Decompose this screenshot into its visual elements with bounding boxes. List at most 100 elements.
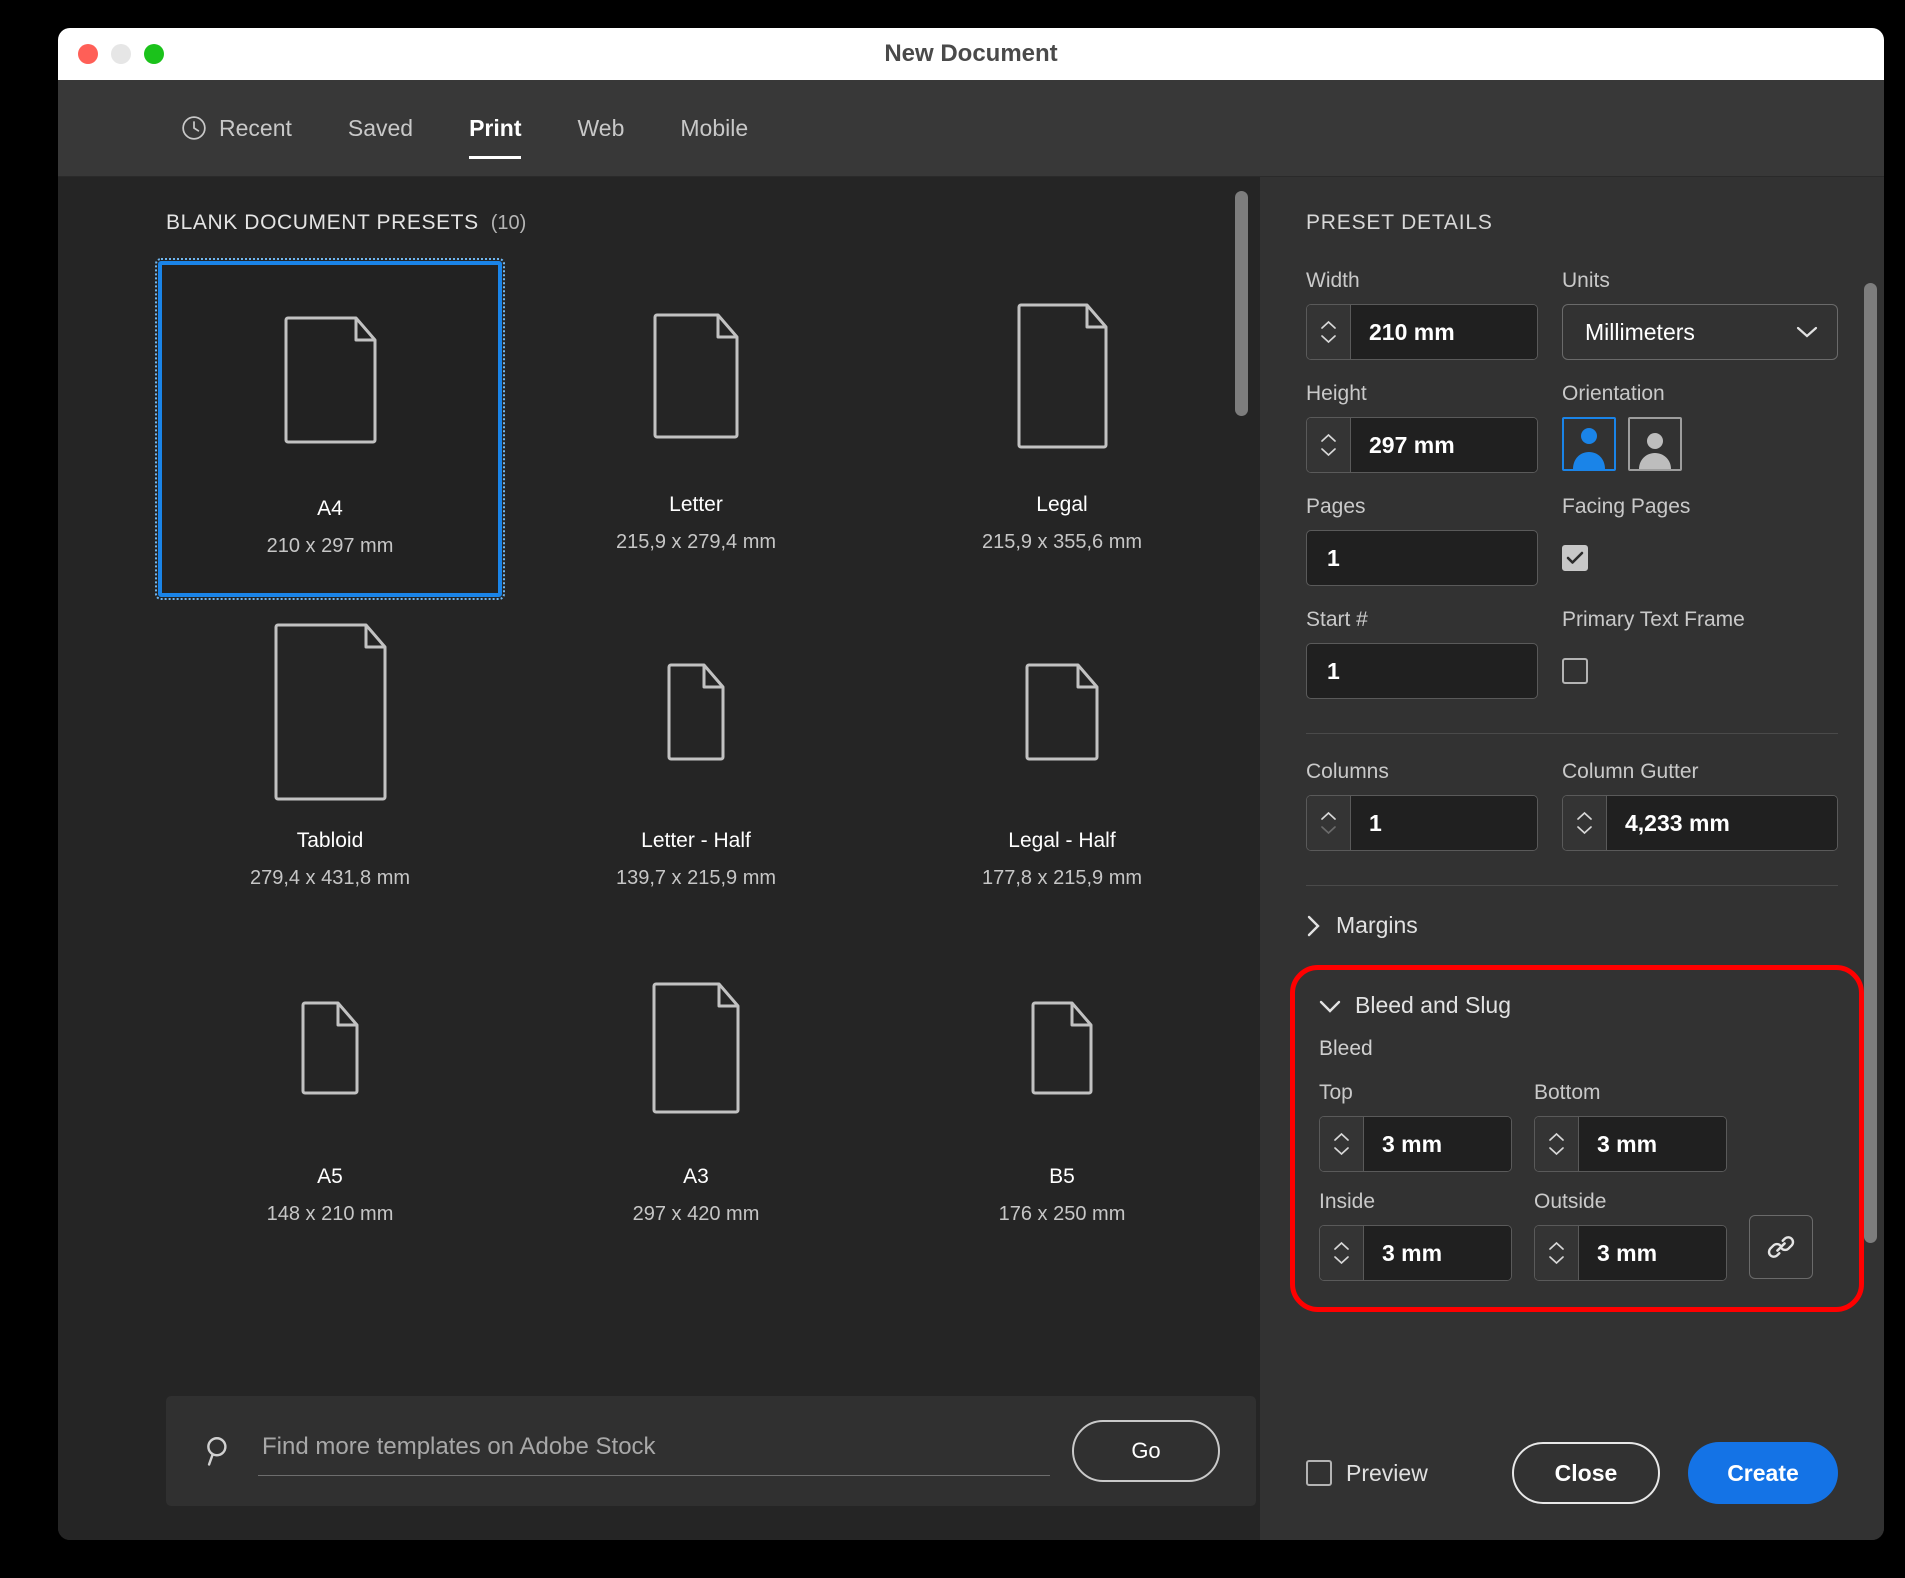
columns-label: Columns (1306, 760, 1389, 783)
bleed-and-slug-label: Bleed and Slug (1355, 992, 1512, 1018)
preset-card-tabloid[interactable]: Tabloid 279,4 x 431,8 mm (158, 597, 502, 933)
start-number-input[interactable]: 1 (1306, 643, 1538, 699)
page-icon (300, 933, 360, 1163)
tab-mobile-label: Mobile (680, 114, 749, 141)
preset-card-letter[interactable]: Letter 215,9 x 279,4 mm (524, 261, 868, 597)
bleed-top-stepper-buttons[interactable] (1320, 1117, 1364, 1171)
bleed-outside-value[interactable]: 3 mm (1579, 1226, 1726, 1280)
bleed-inside-value[interactable]: 3 mm (1364, 1226, 1511, 1280)
link-chain-icon (1767, 1236, 1795, 1258)
preset-name: A3 (683, 1165, 709, 1188)
stock-go-button[interactable]: Go (1072, 1420, 1220, 1482)
chevron-up-icon[interactable] (1320, 320, 1337, 330)
preset-dimensions: 215,9 x 355,6 mm (981, 531, 1143, 553)
units-dropdown[interactable]: Millimeters (1562, 304, 1838, 360)
units-value: Millimeters (1585, 318, 1695, 345)
pages-input[interactable]: 1 (1306, 530, 1538, 586)
page-icon (273, 597, 388, 827)
height-stepper[interactable]: 297 mm (1306, 417, 1538, 473)
bleed-bottom-stepper[interactable]: 3 mm (1534, 1116, 1727, 1172)
preview-toggle[interactable]: Preview (1306, 1460, 1428, 1487)
bleed-top-label: Top (1319, 1081, 1353, 1104)
details-scrollbar-thumb[interactable] (1864, 283, 1877, 1243)
preset-card-letter-half[interactable]: Letter - Half 139,7 x 215,9 mm (524, 597, 868, 933)
preset-card-b5[interactable]: B5 176 x 250 mm (890, 933, 1234, 1269)
chevron-up-icon[interactable] (1320, 811, 1337, 821)
column-fields: Columns 1 Column Gutter 4,233 mm (1306, 760, 1838, 873)
preset-card-a4[interactable]: A4 210 x 297 mm (155, 258, 505, 600)
chevron-down-icon[interactable] (1320, 334, 1337, 344)
preset-card-a3[interactable]: A3 297 x 420 mm (524, 933, 868, 1269)
close-window-button[interactable] (78, 44, 98, 64)
orientation-label: Orientation (1562, 382, 1665, 405)
chevron-down-icon[interactable] (1333, 1255, 1350, 1265)
columns-stepper-buttons[interactable] (1307, 796, 1351, 850)
facing-pages-checkbox[interactable] (1562, 545, 1588, 571)
bleed-top-value[interactable]: 3 mm (1364, 1117, 1511, 1171)
stock-search-input[interactable] (258, 1426, 1050, 1476)
bleed-bottom-value[interactable]: 3 mm (1579, 1117, 1726, 1171)
presets-scrollbar[interactable] (1235, 191, 1248, 1461)
minimize-window-button[interactable] (111, 44, 131, 64)
tab-print[interactable]: Print (441, 80, 549, 177)
close-button[interactable]: Close (1512, 1442, 1660, 1504)
orientation-landscape-button[interactable] (1628, 417, 1682, 471)
width-stepper[interactable]: 210 mm (1306, 304, 1538, 360)
window-title: New Document (884, 40, 1058, 67)
chevron-down-icon[interactable] (1320, 825, 1337, 835)
new-document-dialog: New Document Recent Saved Print Web Mobi… (58, 28, 1884, 1540)
bleed-and-slug-section: Bleed and Slug Bleed Top 3 mm Bottom 3 m… (1290, 965, 1864, 1312)
chevron-down-icon[interactable] (1333, 1146, 1350, 1156)
bleed-link-values-button[interactable] (1749, 1215, 1813, 1279)
height-stepper-buttons[interactable] (1307, 418, 1351, 472)
bleed-and-slug-toggle[interactable]: Bleed and Slug (1319, 992, 1835, 1019)
preset-card-legal[interactable]: Legal 215,9 x 355,6 mm (890, 261, 1234, 597)
primary-text-frame-checkbox[interactable] (1562, 658, 1588, 684)
chevron-up-icon[interactable] (1333, 1132, 1350, 1142)
bleed-inside-stepper[interactable]: 3 mm (1319, 1225, 1512, 1281)
chevron-down-icon[interactable] (1576, 825, 1593, 835)
chevron-up-icon[interactable] (1333, 1241, 1350, 1251)
preset-dimensions: 215,9 x 279,4 mm (615, 531, 777, 553)
chevron-down-icon[interactable] (1320, 447, 1337, 457)
chevron-up-icon[interactable] (1576, 811, 1593, 821)
details-scrollbar[interactable] (1864, 283, 1877, 1383)
primary-text-frame-label: Primary Text Frame (1562, 608, 1745, 631)
bleed-bottom-stepper-buttons[interactable] (1535, 1117, 1579, 1171)
chevron-down-icon[interactable] (1548, 1146, 1565, 1156)
bleed-bottom-field: Bottom 3 mm (1534, 1081, 1727, 1172)
chevron-up-icon[interactable] (1320, 433, 1337, 443)
margins-section-toggle[interactable]: Margins (1306, 912, 1838, 939)
column-gutter-stepper[interactable]: 4,233 mm (1562, 795, 1838, 851)
chevron-up-icon[interactable] (1548, 1241, 1565, 1251)
tab-mobile[interactable]: Mobile (652, 80, 776, 177)
bleed-outside-field: Outside 3 mm (1534, 1190, 1727, 1281)
start-number-field: Start # 1 (1306, 608, 1538, 699)
column-gutter-value[interactable]: 4,233 mm (1607, 796, 1837, 850)
orientation-portrait-button[interactable] (1562, 417, 1616, 471)
tab-web[interactable]: Web (549, 80, 652, 177)
column-gutter-stepper-buttons[interactable] (1563, 796, 1607, 850)
chevron-down-icon[interactable] (1548, 1255, 1565, 1265)
preview-checkbox[interactable] (1306, 1460, 1332, 1486)
create-button[interactable]: Create (1688, 1442, 1838, 1504)
width-stepper-buttons[interactable] (1307, 305, 1351, 359)
columns-value[interactable]: 1 (1351, 796, 1537, 850)
tab-recent[interactable]: Recent (153, 80, 320, 177)
bleed-top-stepper[interactable]: 3 mm (1319, 1116, 1512, 1172)
tab-saved[interactable]: Saved (320, 80, 441, 177)
bleed-inside-stepper-buttons[interactable] (1320, 1226, 1364, 1280)
bleed-outside-stepper[interactable]: 3 mm (1534, 1225, 1727, 1281)
orientation-field: Orientation (1562, 382, 1838, 473)
preset-card-legal-half[interactable]: Legal - Half 177,8 x 215,9 mm (890, 597, 1234, 933)
zoom-window-button[interactable] (144, 44, 164, 64)
presets-scrollbar-thumb[interactable] (1235, 191, 1248, 416)
columns-stepper[interactable]: 1 (1306, 795, 1538, 851)
presets-heading-label: BLANK DOCUMENT PRESETS (166, 211, 479, 234)
preset-name: Legal - Half (1008, 829, 1116, 852)
chevron-up-icon[interactable] (1548, 1132, 1565, 1142)
width-value[interactable]: 210 mm (1351, 305, 1537, 359)
height-value[interactable]: 297 mm (1351, 418, 1537, 472)
bleed-outside-stepper-buttons[interactable] (1535, 1226, 1579, 1280)
preset-card-a5[interactable]: A5 148 x 210 mm (158, 933, 502, 1269)
